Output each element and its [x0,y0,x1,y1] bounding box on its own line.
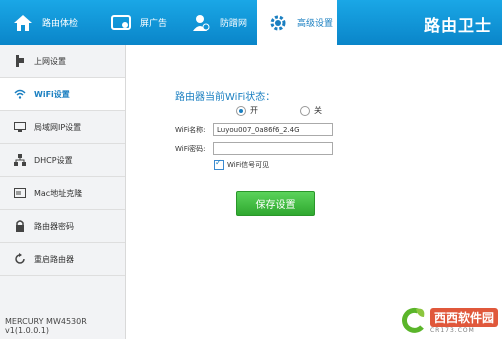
watermark-subtext: CR173.COM [429,327,475,334]
tab-anti-leech[interactable]: 防蹭网 [188,0,247,45]
wifi-status-radios: 开 关 [236,105,322,116]
wifi-name-row: WiFi名称: Luyou007_0a86f6_2.4G [175,123,333,136]
tab-block-ads[interactable]: 屏广告 [108,0,167,45]
wifi-visible-row: WiFi信号可见 [214,158,270,170]
wifi-password-row: WiFi密码: [175,142,333,155]
leaf-logo-icon [402,307,425,333]
plug-icon [14,55,26,67]
card-icon [14,187,26,199]
wifi-status-title: 路由器当前WiFi状态： [175,92,276,103]
dhcp-icon [14,154,26,166]
user-shield-icon [188,10,214,36]
home-icon [10,10,36,36]
sidebar-item-restart[interactable]: 重启路由器 [0,243,125,276]
sidebar-item-label: 重启路由器 [34,254,74,264]
version-label: MERCURY MW4530R v1(1.0.0.1) [5,317,87,335]
sidebar-item-wifi[interactable]: WiFi设置 [0,78,125,111]
gear-icon [265,10,291,36]
tab-label: 屏广告 [140,19,168,29]
wifi-settings-panel: 路由器当前WiFi状态： 开 关 WiFi名称: Luyou007_0a86f6… [126,45,502,339]
sidebar-item-label: WiFi设置 [34,89,70,99]
monitor-icon [14,121,26,133]
tab-advanced-settings[interactable]: 高级设置 [257,0,337,45]
tab-label: 路由体检 [42,19,79,29]
top-nav-bar: 路由体检 屏广告 防蹭网 高级设置 路由卫士 [0,0,502,45]
watermark-text: 西西软件园 [429,308,498,327]
sidebar-item-label: 路由器密码 [34,221,74,231]
sidebar-item-mac-clone[interactable]: Mac地址克隆 [0,177,125,210]
tab-label: 高级设置 [297,19,334,29]
wifi-name-label: WiFi名称: [175,125,206,134]
wifi-password-input[interactable] [213,142,333,155]
wifi-visible-label: WiFi信号可见 [227,161,270,169]
sidebar-item-internet[interactable]: 上网设置 [0,45,125,78]
wifi-on-label: 开 [250,106,258,115]
sidebar-item-dhcp[interactable]: DHCP设置 [0,144,125,177]
sidebar-item-label: Mac地址克隆 [34,188,83,198]
sidebar: 上网设置 WiFi设置 局域网IP设置 DHCP设置 Mac地址克隆 路由器密码 [0,45,126,339]
wifi-visible-checkbox[interactable] [214,158,224,170]
sidebar-item-lan-ip[interactable]: 局域网IP设置 [0,111,125,144]
tab-router-checkup[interactable]: 路由体检 [10,0,78,45]
wifi-password-label: WiFi密码: [175,144,206,153]
wifi-name-input[interactable]: Luyou007_0a86f6_2.4G [213,123,333,136]
tab-label: 防蹭网 [220,19,248,29]
sidebar-item-router-password[interactable]: 路由器密码 [0,210,125,243]
brand-title: 路由卫士 [423,16,492,35]
restart-icon [14,253,26,265]
block-ad-icon [108,10,134,36]
sidebar-item-label: 局域网IP设置 [34,122,82,132]
sidebar-item-label: 上网设置 [34,56,66,66]
watermark-logo: 西西软件园 CR173.COM [398,307,498,335]
save-settings-button[interactable]: 保存设置 [236,191,315,216]
lock-icon [14,220,26,232]
wifi-icon [14,88,26,100]
wifi-on-radio[interactable] [236,105,246,116]
wifi-off-radio[interactable] [300,105,310,116]
wifi-off-label: 关 [314,106,322,115]
sidebar-item-label: DHCP设置 [34,155,73,165]
